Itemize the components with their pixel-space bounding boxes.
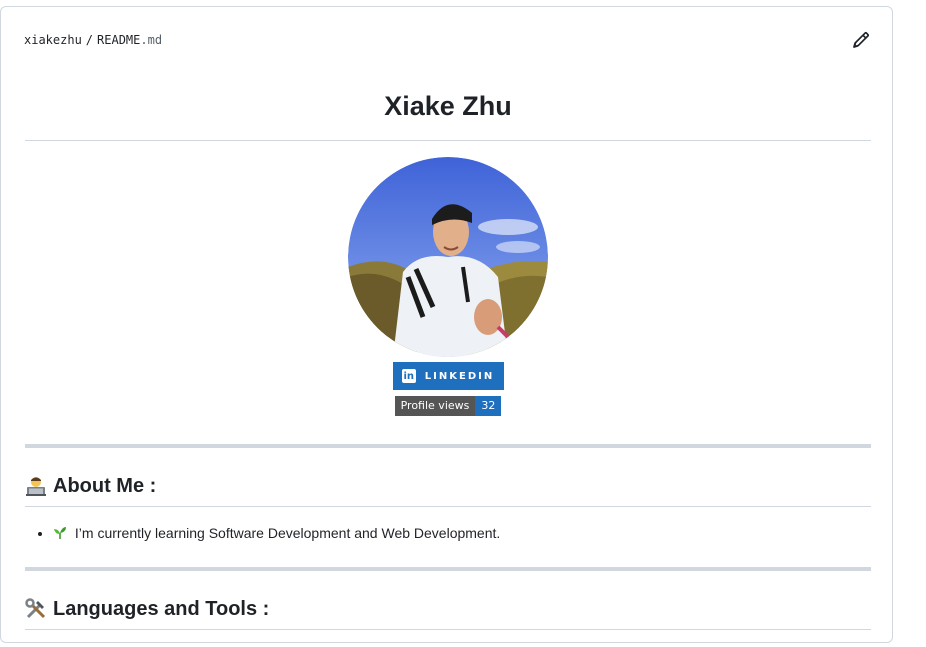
readme-title: Xiake Zhu: [25, 87, 871, 141]
linkedin-icon: in: [401, 369, 416, 383]
technologist-emoji-icon: [25, 475, 47, 497]
file-name: README.md: [97, 33, 162, 47]
about-list: I’m currently learning Software Developm…: [25, 523, 871, 543]
avatar-container: [25, 157, 871, 357]
readme-content: Xiake Zhu in LINKEDIN Profile views 32 A…: [25, 87, 871, 630]
languages-heading: Languages and Tools :: [25, 595, 871, 630]
languages-heading-text: Languages and Tools :: [53, 598, 270, 620]
file-ext: .md: [140, 33, 163, 47]
about-heading-text: About Me :: [53, 475, 157, 497]
edit-pencil-icon[interactable]: [852, 31, 870, 49]
about-item-text: I’m currently learning Software Developm…: [74, 525, 501, 541]
divider: [25, 567, 871, 571]
profile-views-count: 32: [475, 396, 502, 416]
badges: in LINKEDIN Profile views 32: [25, 357, 871, 416]
linkedin-label: LINKEDIN: [424, 370, 495, 382]
file-name-base: README: [97, 33, 141, 47]
profile-views-badge: Profile views 32: [394, 396, 502, 416]
divider: [25, 444, 871, 448]
hammer-and-wrench-icon: [25, 598, 47, 620]
seedling-icon: [53, 525, 71, 541]
profile-views-label: Profile views: [394, 396, 476, 416]
readme-card: xiakezhu / README.md Xiake Zhu in LINKED…: [0, 6, 893, 643]
profile-avatar[interactable]: [348, 157, 548, 357]
linkedin-badge[interactable]: in LINKEDIN: [392, 362, 504, 390]
about-heading: About Me :: [25, 472, 871, 507]
readme-breadcrumb: xiakezhu / README.md: [24, 33, 162, 47]
repo-owner-link[interactable]: xiakezhu: [24, 33, 82, 47]
list-item: I’m currently learning Software Developm…: [53, 523, 871, 543]
path-separator: /: [85, 33, 94, 47]
